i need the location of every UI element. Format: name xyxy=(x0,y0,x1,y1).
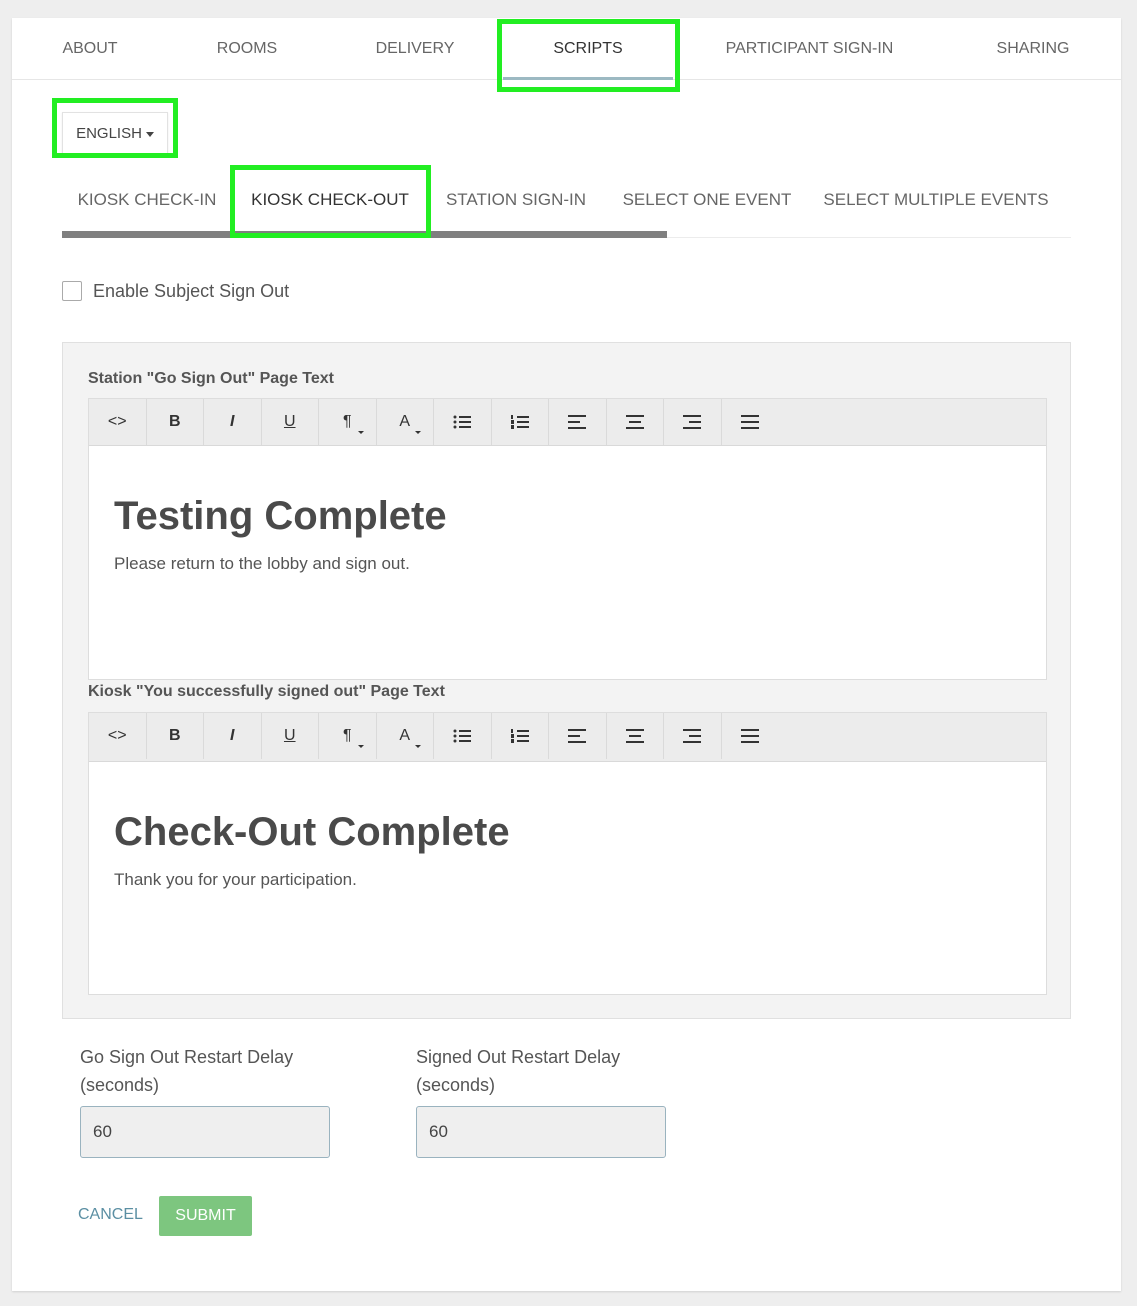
go-sign-out-delay-label: Go Sign Out Restart Delay (seconds) xyxy=(80,1043,293,1099)
paragraph-icon[interactable]: ¶ xyxy=(319,713,377,759)
editor-label-signed-out: Kiosk "You successfully signed out" Page… xyxy=(88,683,445,700)
align-left-icon[interactable] xyxy=(549,713,607,759)
editor-toolbar: <> B I U ¶ A xyxy=(89,713,1046,762)
align-center-icon[interactable] xyxy=(607,713,664,759)
caret-down-icon xyxy=(145,131,154,137)
editor-content-area[interactable]: Check-Out Complete Thank you for your pa… xyxy=(89,762,1046,994)
font-color-glyph: A xyxy=(399,413,411,430)
tab-about[interactable]: ABOUT xyxy=(40,18,140,80)
tab-rooms[interactable]: ROOMS xyxy=(197,18,297,80)
tab-delivery[interactable]: DELIVERY xyxy=(355,18,475,80)
tab-sharing[interactable]: SHARING xyxy=(978,18,1088,80)
unordered-list-icon[interactable] xyxy=(434,399,492,445)
signed-out-delay-label-line2: (seconds) xyxy=(416,1075,496,1095)
dropdown-caret-icon xyxy=(415,745,421,748)
align-right-icon[interactable] xyxy=(664,713,722,759)
script-subtabs: KIOSK CHECK-IN KIOSK CHECK-OUT STATION S… xyxy=(62,174,1071,238)
cancel-button[interactable]: CANCEL xyxy=(78,1206,143,1224)
scripts-card: ABOUT ROOMS DELIVERY SCRIPTS PARTICIPANT… xyxy=(12,18,1121,1291)
subtab-select-one-event[interactable]: SELECT ONE EVENT xyxy=(617,174,797,226)
code-view-icon[interactable]: <> xyxy=(89,713,147,759)
top-nav: ABOUT ROOMS DELIVERY SCRIPTS PARTICIPANT… xyxy=(12,18,1121,80)
language-selected: ENGLISH xyxy=(76,124,142,142)
subtab-kiosk-check-in[interactable]: KIOSK CHECK-IN xyxy=(62,174,232,226)
subtab-active-bar xyxy=(62,231,667,238)
go-sign-out-delay-input[interactable] xyxy=(80,1106,330,1158)
subtab-kiosk-check-out[interactable]: KIOSK CHECK-OUT xyxy=(240,174,420,226)
dropdown-caret-icon xyxy=(357,745,364,748)
editor-heading: Check-Out Complete xyxy=(114,810,510,854)
signed-out-delay-label: Signed Out Restart Delay (seconds) xyxy=(416,1043,620,1099)
paragraph-glyph: ¶ xyxy=(342,413,352,430)
align-center-icon[interactable] xyxy=(607,399,664,445)
bold-icon[interactable]: B xyxy=(147,399,204,445)
editors-panel: Station "Go Sign Out" Page Text <> B I U… xyxy=(62,342,1071,1019)
dropdown-caret-icon xyxy=(357,431,364,434)
justify-icon[interactable] xyxy=(722,713,780,759)
font-color-glyph: A xyxy=(399,727,411,744)
editor-content-area[interactable]: Testing Complete Please return to the lo… xyxy=(89,446,1046,678)
editor-body: Thank you for your participation. xyxy=(114,870,357,889)
editor-body: Please return to the lobby and sign out. xyxy=(114,554,410,573)
italic-icon[interactable]: I xyxy=(204,713,262,759)
dropdown-caret-icon xyxy=(415,431,421,434)
enable-sign-out-label: Enable Subject Sign Out xyxy=(93,280,290,301)
bold-icon[interactable]: B xyxy=(147,713,204,759)
editor-go-sign-out: <> B I U ¶ A Testing Complete Please ret… xyxy=(88,398,1047,680)
font-color-icon[interactable]: A xyxy=(377,713,434,759)
editor-label-go-sign-out: Station "Go Sign Out" Page Text xyxy=(88,370,334,387)
submit-button[interactable]: SUBMIT xyxy=(159,1196,252,1236)
go-sign-out-delay-label-line2: (seconds) xyxy=(80,1075,160,1095)
font-color-icon[interactable]: A xyxy=(377,399,434,445)
unordered-list-icon[interactable] xyxy=(434,713,492,759)
align-left-icon[interactable] xyxy=(549,399,607,445)
paragraph-icon[interactable]: ¶ xyxy=(319,399,377,445)
language-dropdown[interactable]: ENGLISH xyxy=(62,112,168,154)
underline-icon[interactable]: U xyxy=(262,399,319,445)
editor-toolbar: <> B I U ¶ A xyxy=(89,399,1046,446)
signed-out-delay-input[interactable] xyxy=(416,1106,666,1158)
italic-icon[interactable]: I xyxy=(204,399,262,445)
underline-icon[interactable]: U xyxy=(262,713,319,759)
subtab-select-multiple-events[interactable]: SELECT MULTIPLE EVENTS xyxy=(820,174,1052,226)
ordered-list-icon[interactable] xyxy=(492,713,549,759)
editor-heading: Testing Complete xyxy=(114,494,447,538)
code-view-icon[interactable]: <> xyxy=(89,399,147,445)
signed-out-delay-label-line1: Signed Out Restart Delay xyxy=(416,1047,621,1067)
align-right-icon[interactable] xyxy=(664,399,722,445)
justify-icon[interactable] xyxy=(722,399,780,445)
ordered-list-icon[interactable] xyxy=(492,399,549,445)
editor-signed-out: <> B I U ¶ A Check-Out Complete Thank yo… xyxy=(88,712,1047,995)
paragraph-glyph: ¶ xyxy=(342,727,352,744)
subtab-station-sign-in[interactable]: STATION SIGN-IN xyxy=(432,174,600,226)
enable-sign-out-row: Enable Subject Sign Out xyxy=(62,280,289,302)
go-sign-out-delay-label-line1: Go Sign Out Restart Delay xyxy=(80,1047,294,1067)
enable-sign-out-checkbox[interactable] xyxy=(62,281,82,301)
tab-participant-sign-in[interactable]: PARTICIPANT SIGN-IN xyxy=(702,18,917,80)
tab-scripts[interactable]: SCRIPTS xyxy=(503,18,673,80)
